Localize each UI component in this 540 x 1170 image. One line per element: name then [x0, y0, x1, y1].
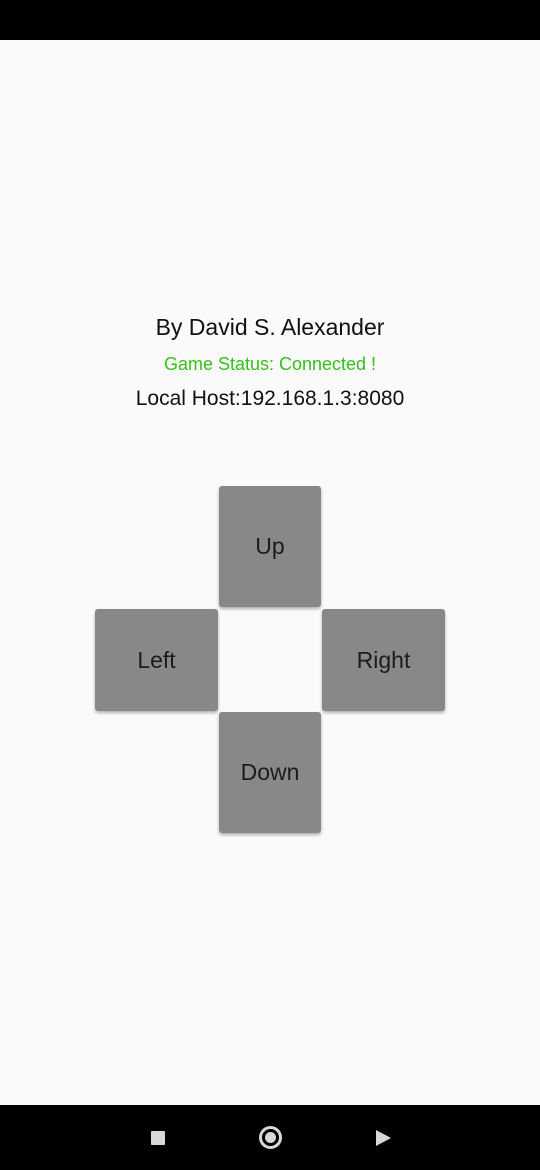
recents-button[interactable]	[128, 1105, 188, 1170]
navigation-bar	[0, 1105, 540, 1170]
square-icon	[151, 1130, 165, 1145]
game-status-label: Game Status: Connected !	[163, 354, 377, 374]
down-button[interactable]: Down	[219, 712, 321, 833]
status-bar	[0, 0, 540, 40]
right-button[interactable]: Right	[322, 609, 445, 711]
app-screen: By David S. Alexander Game Status: Conne…	[0, 0, 540, 1170]
triangle-icon	[375, 1129, 391, 1146]
home-button[interactable]	[240, 1105, 300, 1170]
left-button[interactable]: Left	[95, 609, 218, 711]
author-label: By David S. Alexander	[155, 314, 385, 340]
local-host-label: Local Host:192.168.1.3:8080	[135, 387, 405, 410]
circle-icon	[258, 1126, 282, 1149]
back-button[interactable]	[353, 1105, 413, 1170]
up-button[interactable]: Up	[219, 486, 321, 607]
